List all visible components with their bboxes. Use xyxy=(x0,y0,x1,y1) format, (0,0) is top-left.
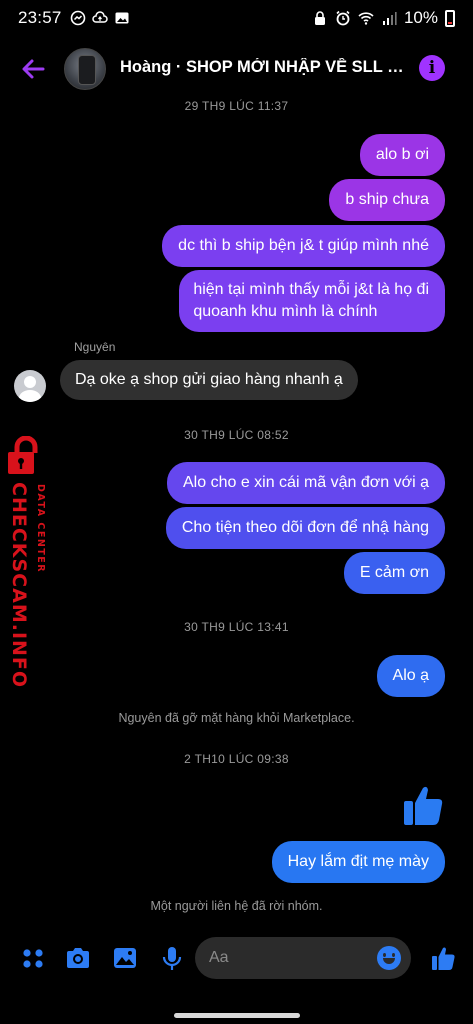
sender-avatar[interactable] xyxy=(14,370,46,402)
outgoing-message[interactable]: Hay lắm địt mẹ mày xyxy=(271,841,445,883)
messenger-icon xyxy=(70,10,85,26)
lock-icon xyxy=(314,11,325,25)
alarm-icon xyxy=(336,10,350,26)
camera-icon[interactable] xyxy=(64,944,92,972)
contact-name[interactable]: Hoàng · SHOP MỚI NHẬP VỀ SLL SA... xyxy=(120,58,410,77)
emoji-icon[interactable] xyxy=(377,946,401,970)
incoming-message[interactable]: Dạ oke ạ shop gửi giao hàng nhanh ạ xyxy=(60,360,358,400)
input-placeholder: Aa xyxy=(209,949,229,966)
thumbs-up-icon[interactable] xyxy=(429,944,457,972)
outgoing-message[interactable]: b ship chưa xyxy=(329,179,445,221)
timestamp: 29 TH9 LÚC 11:37 xyxy=(184,99,289,113)
apps-icon[interactable] xyxy=(19,944,47,972)
battery-percent: 10% xyxy=(403,8,438,27)
info-icon[interactable]: i xyxy=(419,55,445,81)
outgoing-message[interactable]: Cho tiện theo dõi đơn để nhậ hàng xyxy=(165,507,445,549)
status-left-icons xyxy=(70,10,130,26)
watermark-lock-icon xyxy=(8,436,38,474)
outgoing-message[interactable]: Alo ạ xyxy=(376,655,445,697)
outgoing-message[interactable]: E cảm ơn xyxy=(343,552,445,594)
home-indicator[interactable] xyxy=(174,1013,300,1018)
chat-header: Hoàng · SHOP MỚI NHẬP VỀ SLL SA... i xyxy=(0,40,473,100)
image-icon xyxy=(115,12,129,24)
status-bar: 23:57 10% xyxy=(0,0,473,36)
thumbs-up-icon[interactable] xyxy=(400,782,446,828)
outgoing-message[interactable]: Alo cho e xin cái mã vận đơn với ạ xyxy=(167,462,445,504)
mic-icon[interactable] xyxy=(158,944,186,972)
sender-name: Nguyên xyxy=(74,340,116,354)
message-input[interactable]: Aa xyxy=(195,937,411,979)
battery-icon xyxy=(445,9,455,27)
message-line: quoanh khu mình là chính xyxy=(193,303,378,320)
status-time: 23:57 xyxy=(18,8,62,27)
wifi-icon xyxy=(358,12,374,25)
watermark-brand: CHECKSCAM.INFO xyxy=(8,482,30,689)
status-right-icons: 10% xyxy=(312,8,455,28)
outgoing-message[interactable]: hiện tại mình thấy mỗi j&t là họ đi quoa… xyxy=(179,270,445,332)
cloud-icon xyxy=(91,11,108,23)
timestamp: 30 TH9 LÚC 08:52 xyxy=(184,428,289,442)
watermark-sub: DATA CENTER xyxy=(35,484,46,574)
outgoing-message[interactable]: alo b ơi xyxy=(359,134,445,176)
back-arrow-icon[interactable] xyxy=(18,54,48,84)
timestamp: 2 TH10 LÚC 09:38 xyxy=(184,752,289,766)
system-notice: Nguyên đã gỡ mặt hàng khỏi Marketplace. xyxy=(118,711,355,725)
outgoing-message[interactable]: dc thì b ship bện j& t giúp mình nhé xyxy=(162,225,445,267)
signal-icon xyxy=(382,12,397,25)
contact-avatar[interactable] xyxy=(64,48,106,90)
timestamp: 30 TH9 LÚC 13:41 xyxy=(184,620,289,634)
system-notice: Một người liên hệ đã rời nhóm. xyxy=(150,899,323,913)
composer-bar: Aa xyxy=(0,934,473,982)
gallery-icon[interactable] xyxy=(111,944,139,972)
message-line: hiện tại mình thấy mỗi j&t là họ đi xyxy=(193,281,429,298)
